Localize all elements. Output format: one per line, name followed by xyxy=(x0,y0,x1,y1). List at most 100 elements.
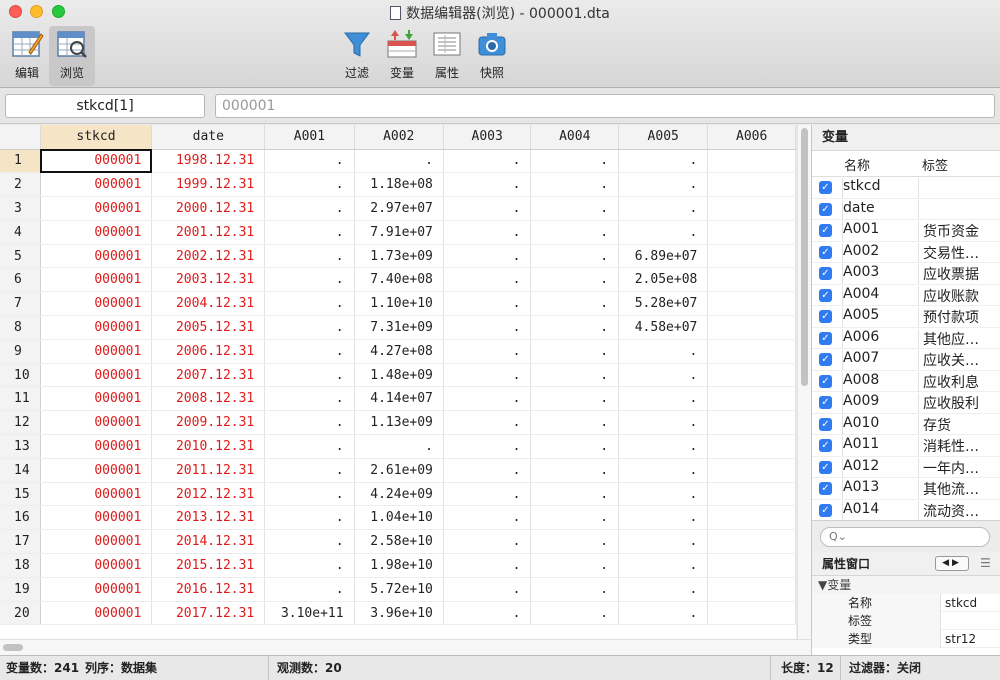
table-cell[interactable] xyxy=(707,220,796,245)
table-cell[interactable] xyxy=(707,529,796,555)
row-number[interactable]: 6 xyxy=(0,267,41,293)
table-cell[interactable] xyxy=(707,434,796,459)
table-cell[interactable]: . xyxy=(264,315,355,340)
table-cell[interactable]: . xyxy=(443,339,532,364)
table-cell[interactable]: . xyxy=(530,458,620,483)
table-cell[interactable]: 000001 xyxy=(40,172,153,198)
table-cell[interactable]: 4.58e+07 xyxy=(618,315,709,340)
vertical-scrollbar[interactable] xyxy=(797,125,811,639)
table-cell[interactable]: 000001 xyxy=(40,553,153,578)
table-cell[interactable]: 000001 xyxy=(40,434,153,459)
visible-checkbox[interactable]: ✓ xyxy=(819,417,832,431)
table-cell[interactable] xyxy=(707,601,796,626)
row-number[interactable]: 17 xyxy=(0,529,41,555)
variable-row[interactable]: ✓ A007 应收关… xyxy=(812,349,1000,371)
row-number[interactable]: 1 xyxy=(0,149,41,174)
table-cell[interactable]: . xyxy=(443,291,532,317)
variable-row[interactable]: ✓ A002 交易性… xyxy=(812,242,1000,263)
table-cell[interactable]: 3.96e+10 xyxy=(354,601,444,626)
table-cell[interactable]: . xyxy=(618,172,709,198)
table-cell[interactable]: . xyxy=(264,410,355,436)
table-cell[interactable] xyxy=(707,149,796,174)
row-number[interactable]: 16 xyxy=(0,505,41,531)
table-cell[interactable]: 4.27e+08 xyxy=(354,339,444,364)
horizontal-scrollbar[interactable] xyxy=(0,639,811,655)
variable-row[interactable]: ✓ A003 应收票据 xyxy=(812,263,1000,285)
table-cell[interactable]: 000001 xyxy=(40,244,153,269)
property-value[interactable]: str12 xyxy=(940,630,1000,648)
label-column-header[interactable]: 标签 xyxy=(922,155,948,174)
table-cell[interactable]: . xyxy=(443,434,532,459)
table-cell[interactable]: 2012.12.31 xyxy=(151,482,266,507)
table-cell[interactable]: . xyxy=(618,601,709,626)
table-cell[interactable]: . xyxy=(618,458,709,483)
table-cell[interactable]: 2017.12.31 xyxy=(151,601,266,626)
variable-row[interactable]: ✓ stkcd xyxy=(812,177,1000,199)
table-cell[interactable]: 2002.12.31 xyxy=(151,244,266,269)
table-cell[interactable]: . xyxy=(530,172,620,198)
variable-row[interactable]: ✓ A008 应收利息 xyxy=(812,371,1000,392)
table-cell[interactable]: . xyxy=(443,363,532,388)
table-cell[interactable]: . xyxy=(618,577,709,602)
row-number[interactable]: 9 xyxy=(0,339,41,364)
browse-mode-button[interactable]: 浏览 xyxy=(49,26,95,86)
table-cell[interactable] xyxy=(707,482,796,507)
variable-row[interactable]: ✓ A006 其他应… xyxy=(812,328,1000,349)
table-cell[interactable]: . xyxy=(264,458,355,483)
row-number[interactable]: 18 xyxy=(0,553,41,578)
table-cell[interactable]: 1.13e+09 xyxy=(354,410,444,436)
table-cell[interactable]: 1.18e+08 xyxy=(354,172,444,198)
table-cell[interactable]: . xyxy=(530,386,620,412)
row-number[interactable]: 3 xyxy=(0,196,41,221)
column-header-2[interactable]: A001 xyxy=(264,125,355,150)
table-cell[interactable]: . xyxy=(264,339,355,364)
table-cell[interactable]: . xyxy=(530,220,620,245)
table-cell[interactable]: 1.10e+10 xyxy=(354,291,444,317)
visible-checkbox[interactable]: ✓ xyxy=(819,353,832,366)
visible-checkbox[interactable]: ✓ xyxy=(819,374,832,388)
row-number[interactable]: 15 xyxy=(0,482,41,507)
table-cell[interactable]: 2016.12.31 xyxy=(151,577,266,602)
table-cell[interactable]: . xyxy=(618,363,709,388)
column-header-4[interactable]: A003 xyxy=(443,125,532,150)
table-cell[interactable]: . xyxy=(443,577,532,602)
table-cell[interactable]: 1998.12.31 xyxy=(151,149,266,174)
table-cell[interactable]: . xyxy=(530,363,620,388)
table-cell[interactable]: . xyxy=(530,434,620,459)
table-cell[interactable] xyxy=(707,339,796,364)
table-cell[interactable] xyxy=(707,553,796,578)
horizontal-scroll-thumb[interactable] xyxy=(3,644,23,651)
table-cell[interactable]: 4.14e+07 xyxy=(354,386,444,412)
visible-checkbox[interactable]: ✓ xyxy=(819,245,832,259)
table-cell[interactable]: . xyxy=(530,196,620,221)
table-cell[interactable]: . xyxy=(443,529,532,555)
corner-cell[interactable] xyxy=(0,125,41,150)
filter-button[interactable]: 过滤 xyxy=(334,26,380,86)
table-cell[interactable]: . xyxy=(530,410,620,436)
table-cell[interactable]: 2.58e+10 xyxy=(354,529,444,555)
table-cell[interactable]: 000001 xyxy=(40,291,153,317)
table-cell[interactable]: . xyxy=(354,434,444,459)
variable-row[interactable]: ✓ A014 流动资… xyxy=(812,500,1000,521)
table-cell[interactable]: 2007.12.31 xyxy=(151,363,266,388)
table-cell[interactable]: 000001 xyxy=(40,315,153,340)
table-cell[interactable]: 000001 xyxy=(40,577,153,602)
table-cell[interactable]: . xyxy=(443,172,532,198)
row-number[interactable]: 8 xyxy=(0,315,41,340)
edit-mode-button[interactable]: 编辑 xyxy=(4,26,50,86)
table-cell[interactable]: . xyxy=(443,386,532,412)
table-cell[interactable]: . xyxy=(530,244,620,269)
table-cell[interactable]: . xyxy=(618,196,709,221)
table-cell[interactable]: 6.89e+07 xyxy=(618,244,709,269)
table-cell[interactable]: 000001 xyxy=(40,386,153,412)
visible-checkbox[interactable]: ✓ xyxy=(819,224,832,237)
table-cell[interactable]: 2009.12.31 xyxy=(151,410,266,436)
column-header-6[interactable]: A005 xyxy=(618,125,709,150)
table-cell[interactable]: . xyxy=(618,434,709,459)
table-cell[interactable]: . xyxy=(618,482,709,507)
table-cell[interactable]: 000001 xyxy=(40,529,153,555)
variable-row[interactable]: ✓ A011 消耗性… xyxy=(812,435,1000,457)
table-cell[interactable] xyxy=(707,315,796,340)
visible-checkbox[interactable]: ✓ xyxy=(819,181,832,194)
table-cell[interactable]: . xyxy=(530,267,620,293)
